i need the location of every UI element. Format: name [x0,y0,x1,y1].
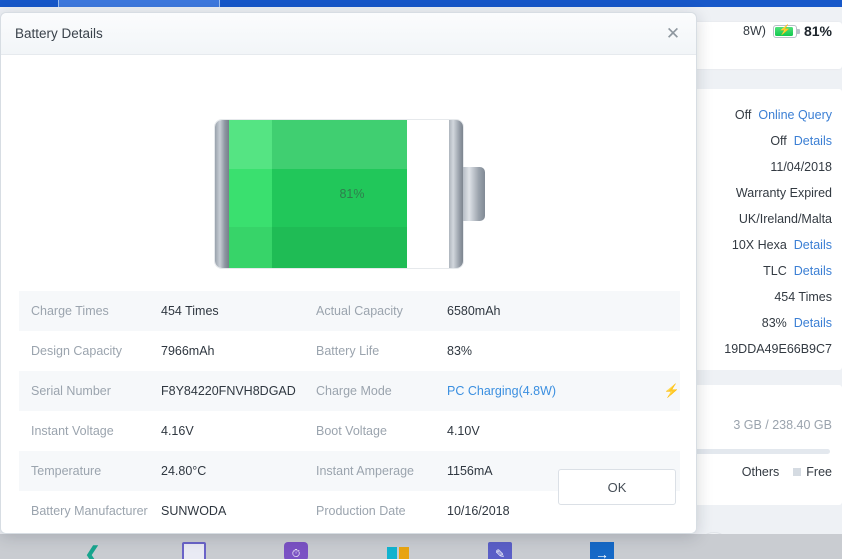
details-link[interactable]: Details [794,264,832,278]
battery-status-prefix: 8W) [743,24,766,38]
dialog-body: 81% Charge Times 454 Times Actual Capaci… [1,55,696,533]
row-label: Instant Voltage [31,424,114,438]
info-line: Off Details [690,128,832,154]
row-label-secondary: Charge Mode [316,384,392,398]
info-line: Warranty Expired [690,180,832,206]
dialog-title: Battery Details [15,26,103,41]
row-value-secondary: 4.10V [447,424,480,438]
row-label-secondary: Battery Life [316,344,380,358]
battery-details-dialog: Battery Details ✕ 81% Charge Times 454 T… [0,12,697,534]
storage-usage-text: 3 GB / 238.40 GB [733,418,832,432]
row-label-secondary: Actual Capacity [316,304,403,318]
taskbar: ❮ ⏱ ✎ → [0,534,842,559]
info-line: UK/Ireland/Malta [690,206,832,232]
battery-percent-value: 81% [803,23,832,39]
battery-percent-label: 81% [339,187,365,201]
info-line: 454 Times [690,284,832,310]
battery-shell: 81% [215,120,463,268]
note-icon[interactable] [182,542,206,559]
row-label: Charge Times [31,304,109,318]
info-line-text: TLC [763,264,787,278]
table-row: Charge Times 454 Times Actual Capacity 6… [19,291,680,331]
info-line-text: 11/04/2018 [770,160,832,174]
battery-status-row: 8W) ⚡ 81% [690,23,842,39]
color-squares-icon[interactable] [386,542,410,559]
info-line: 19DDA49E66B9C7 [690,336,832,362]
row-label: Serial Number [31,384,111,398]
battery-terminal-nub [463,167,485,221]
table-row: Serial Number F8Y84220FNVH8DGAD Charge M… [19,371,680,411]
details-link[interactable]: Details [794,134,832,148]
lightning-bolt-icon: ⚡ [663,383,680,398]
info-line-text: UK/Ireland/Malta [738,212,832,226]
info-line-text: Off [734,108,752,122]
info-line-text: 10X Hexa [731,238,787,252]
online-query-link[interactable]: Online Query [758,108,832,122]
row-value-secondary: 83% [447,344,473,358]
row-value: 4.16V [161,424,194,438]
dialog-footer: OK [1,459,696,533]
row-label: Design Capacity [31,344,123,358]
close-icon[interactable]: ✕ [658,19,688,47]
screen: 8W) ⚡ 81% Off Online Query Off Details 1… [0,0,842,559]
details-link[interactable]: Details [794,238,832,252]
device-info-list: Off Online Query Off Details 11/04/2018 … [690,102,842,362]
info-line: TLC Details [690,258,832,284]
info-line-text: 83% [761,316,787,330]
table-row: Instant Voltage 4.16V Boot Voltage 4.10V [19,411,680,451]
double-chevron-down-icon[interactable]: ❮ [80,542,104,559]
arrow-right-icon[interactable]: → [590,542,614,559]
row-value: 454 Times [161,304,219,318]
legend-label: Others [741,465,780,479]
info-line: 11/04/2018 [690,154,832,180]
info-line-text: 19DDA49E66B9C7 [724,342,832,356]
background-right-panel: 8W) ⚡ 81% Off Online Query Off Details 1… [690,7,842,534]
window-title-strip [0,0,842,7]
battery-charging-icon: ⚡ [772,24,800,38]
row-value: 7966mAh [161,344,215,358]
row-value: F8Y84220FNVH8DGAD [161,384,296,398]
info-line-text: Warranty Expired [735,186,832,200]
details-link[interactable]: Details [794,316,832,330]
row-label-secondary: Boot Voltage [316,424,387,438]
legend-item-free: Free [793,465,832,479]
battery-graphic: 81% [215,120,485,268]
storage-usage-bar [690,449,830,454]
legend-swatch-icon [793,468,802,476]
shield-clock-icon[interactable]: ⏱ [284,542,308,559]
info-line-text: Off [770,134,787,148]
info-line: 10X Hexa Details [690,232,832,258]
info-line: Off Online Query [690,102,832,128]
storage-card [690,385,842,505]
info-line-text: 454 Times [774,290,832,304]
ok-button-label: OK [607,479,627,495]
dialog-titlebar: Battery Details ✕ [1,13,696,55]
table-row: Design Capacity 7966mAh Battery Life 83% [19,331,680,371]
edit-pencil-icon[interactable]: ✎ [488,542,512,559]
ok-button[interactable]: OK [558,469,676,505]
info-line: 83% Details [690,310,832,336]
row-value-secondary: 6580mAh [447,304,501,318]
window-tab[interactable] [58,0,220,7]
storage-legend: Others Free [690,465,842,479]
legend-item-others: Others [742,465,780,479]
legend-label: Free [806,465,832,479]
charge-mode-value[interactable]: PC Charging(4.8W) [447,384,658,398]
